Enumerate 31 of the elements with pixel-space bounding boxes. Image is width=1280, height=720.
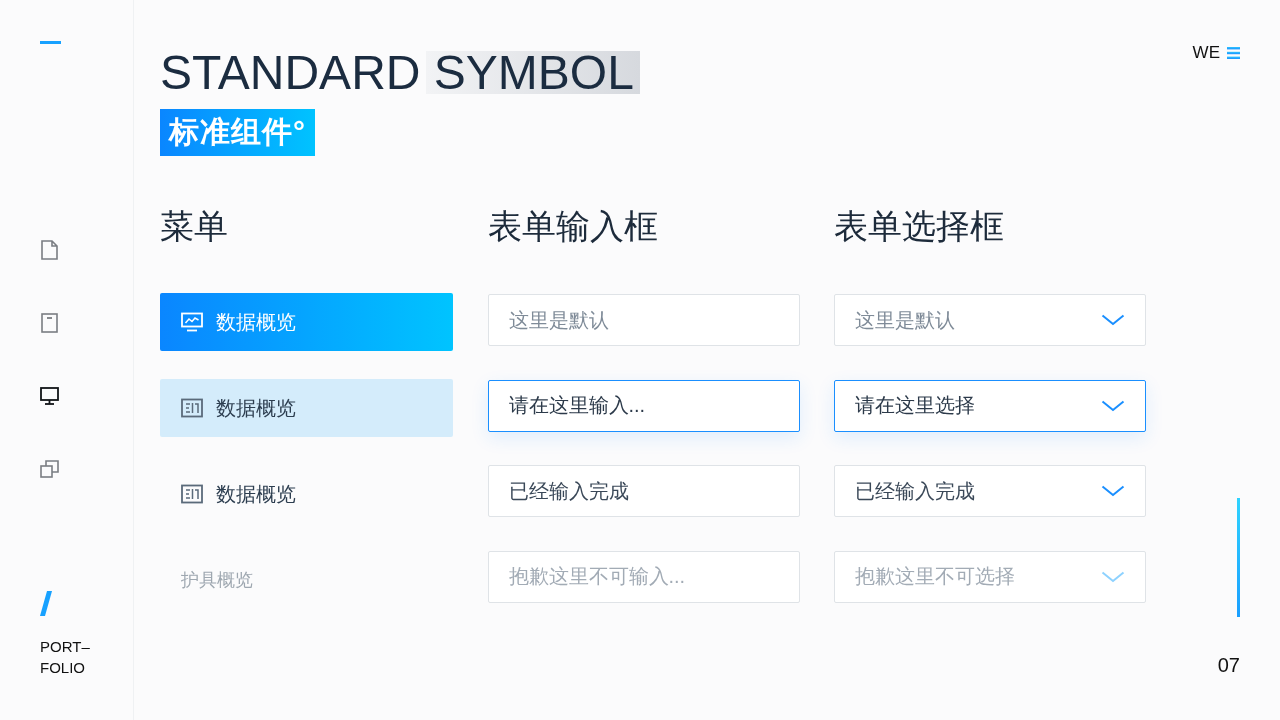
accent-dash <box>40 41 61 44</box>
section-heading: 表单输入框 <box>487 206 659 246</box>
subtitle-tag: 标准组件° <box>160 109 315 156</box>
input-field[interactable]: 请在这里输入... <box>487 379 800 432</box>
section-heading: 表单选择框 <box>834 206 1005 246</box>
input-field[interactable]: 已经输入完成 <box>487 465 800 517</box>
brand-text: FOLIO <box>40 658 86 678</box>
menu-icon[interactable] <box>1227 47 1240 59</box>
chevron-down-icon <box>1101 314 1125 326</box>
chevron-down-icon <box>1101 485 1125 497</box>
monitor-icon[interactable] <box>40 386 59 406</box>
panel-icon <box>181 484 203 504</box>
slash-mark-icon <box>40 591 52 616</box>
clipboard-icon[interactable] <box>40 313 59 333</box>
select-field[interactable]: 已经输入完成 <box>834 465 1146 517</box>
input-field[interactable]: 这里是默认 <box>487 294 800 346</box>
chevron-down-icon <box>1101 399 1125 412</box>
copy-icon[interactable] <box>40 459 59 479</box>
brand-text: PORT– <box>40 637 91 657</box>
section-heading: 菜单 <box>160 206 229 246</box>
select-field[interactable]: 请在这里选择 <box>834 379 1146 432</box>
chevron-down-icon <box>1101 570 1125 583</box>
brand-label: WE <box>1192 44 1220 62</box>
menu-item[interactable]: 数据概览 <box>160 465 453 523</box>
page-number: 07 <box>1217 654 1240 676</box>
document-icon[interactable] <box>40 240 59 260</box>
panel-icon <box>181 398 203 418</box>
page-title: STANDARD SYMBOL <box>160 51 640 94</box>
menu-item[interactable]: 数据概览 <box>160 379 453 437</box>
select-field[interactable]: 这里是默认 <box>834 294 1146 346</box>
chart-monitor-icon <box>181 312 203 332</box>
